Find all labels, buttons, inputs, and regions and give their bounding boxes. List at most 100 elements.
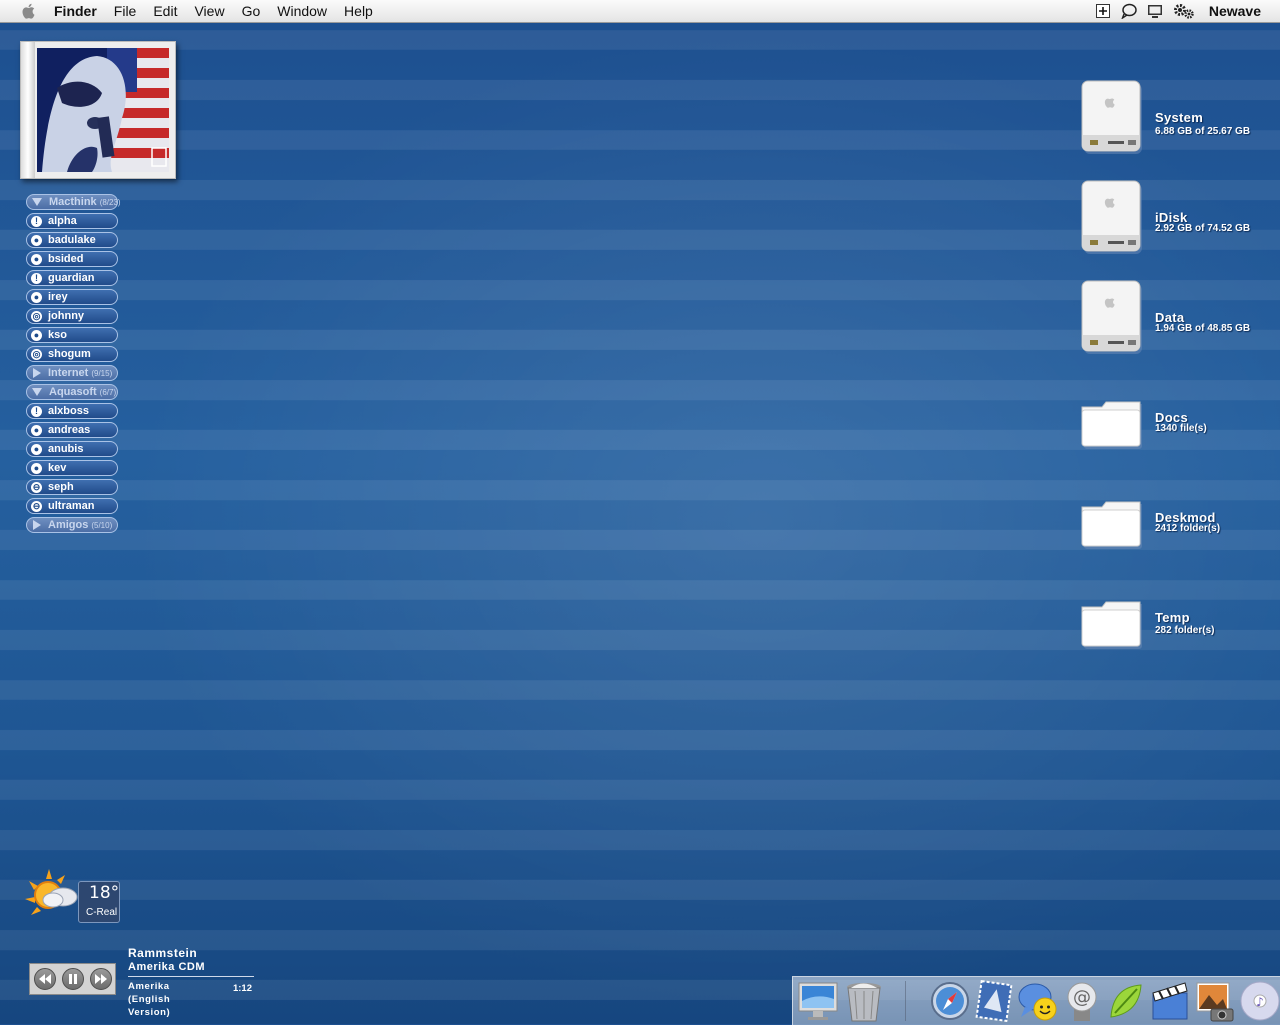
- add-icon[interactable]: [1095, 3, 1111, 19]
- buddy-item[interactable]: ◎ shogum: [26, 346, 118, 362]
- svg-text:♪: ♪: [1256, 995, 1264, 1009]
- desktop-drive-data[interactable]: Data 1.94 GB of 48.85 GB: [1080, 280, 1270, 360]
- buddy-item[interactable]: ● kev: [26, 460, 118, 476]
- desktop-folder-temp[interactable]: Temp 282 folder(s): [1080, 595, 1270, 675]
- imovie-icon[interactable]: [1149, 979, 1191, 1023]
- mail-stamp-icon[interactable]: [973, 979, 1015, 1023]
- folder-name: Temp: [1155, 610, 1190, 625]
- menu-edit[interactable]: Edit: [153, 3, 177, 19]
- msn-status-icon: ⊖: [31, 500, 42, 512]
- buddy-item[interactable]: ● andreas: [26, 422, 118, 438]
- folder-icon[interactable]: [1080, 495, 1150, 571]
- desktop-drive-system[interactable]: System 6.88 GB of 25.67 GB: [1080, 80, 1270, 160]
- buddy-item[interactable]: ! guardian: [26, 270, 118, 286]
- group-header-aquasoft[interactable]: Aquasoft (6/7): [26, 384, 118, 400]
- desktop-folder-deskmod[interactable]: Deskmod 2412 folder(s): [1080, 495, 1270, 575]
- user-name[interactable]: Newave: [1209, 3, 1261, 19]
- menu-file[interactable]: File: [114, 3, 137, 19]
- folder-icon[interactable]: [1080, 395, 1150, 471]
- svg-text:@: @: [1073, 987, 1091, 1008]
- album-cover-image: [37, 48, 169, 172]
- mail-at-icon[interactable]: @: [1061, 979, 1103, 1023]
- safari-icon[interactable]: [929, 979, 971, 1023]
- buddy-item[interactable]: ! alpha: [26, 213, 118, 229]
- player-controls: [29, 963, 116, 995]
- disclosure-collapsed-icon[interactable]: [33, 368, 41, 378]
- track-elapsed-time: 1:12: [232, 983, 252, 994]
- buddy-item[interactable]: ● badulake: [26, 232, 118, 248]
- desktop-drive-idisk[interactable]: iDisk 2.92 GB of 74.52 GB: [1080, 180, 1270, 260]
- buddy-name: shogum: [48, 348, 91, 360]
- available-status-icon: ●: [31, 291, 42, 303]
- buddy-name: johnny: [48, 310, 85, 322]
- fast-forward-icon: [94, 974, 107, 984]
- menu-window[interactable]: Window: [277, 3, 327, 19]
- buddy-name: ultraman: [48, 500, 95, 512]
- pause-icon: [68, 974, 77, 984]
- now-playing-info: Rammstein Amerika CDM Amerika (English V…: [128, 946, 254, 1019]
- desktop-folder-docs[interactable]: Docs 1340 file(s): [1080, 395, 1270, 475]
- buddy-name: alxboss: [48, 405, 89, 417]
- buddy-name: alpha: [48, 215, 77, 227]
- group-header-amigos[interactable]: Amigos (5/10): [26, 517, 118, 533]
- folder-icon[interactable]: [1080, 595, 1150, 671]
- iphoto-icon[interactable]: [1193, 979, 1235, 1023]
- hard-drive-icon[interactable]: [1080, 280, 1150, 356]
- trash-icon[interactable]: [843, 979, 885, 1023]
- disclosure-collapsed-icon[interactable]: [33, 520, 41, 530]
- group-header-internet[interactable]: Internet (9/15): [26, 365, 118, 381]
- menu-help[interactable]: Help: [344, 3, 373, 19]
- buddy-item[interactable]: ● irey: [26, 289, 118, 305]
- music-app-icon[interactable]: [1105, 979, 1147, 1023]
- chat-bubble-icon[interactable]: [1121, 3, 1137, 19]
- menu-view[interactable]: View: [194, 3, 224, 19]
- available-status-icon: ●: [31, 329, 42, 341]
- buddy-name: anubis: [48, 443, 84, 455]
- next-track-button[interactable]: [89, 968, 112, 990]
- group-count: (5/10): [91, 520, 113, 530]
- icq-status-icon: ◎: [31, 310, 42, 322]
- track-title: Amerika (English Version): [128, 981, 171, 1018]
- hard-drive-icon[interactable]: [1080, 80, 1150, 156]
- display-icon[interactable]: [1147, 3, 1163, 19]
- album-artwork: [20, 41, 176, 179]
- available-status-icon: ●: [31, 424, 42, 436]
- cd-case-spine: [21, 42, 35, 178]
- buddy-item[interactable]: ● anubis: [26, 441, 118, 457]
- track-divider: [128, 976, 254, 977]
- previous-track-button[interactable]: [33, 968, 56, 990]
- buddy-item[interactable]: ! alxboss: [26, 403, 118, 419]
- finder-icon[interactable]: [797, 979, 839, 1023]
- track-album: Amerika CDM: [128, 961, 206, 973]
- sun-cloud-icon: [25, 869, 78, 915]
- drive-usage: 1.94 GB of 48.85 GB: [1155, 323, 1251, 334]
- menu-go[interactable]: Go: [242, 3, 261, 19]
- buddy-item[interactable]: ⊖ seph: [26, 479, 118, 495]
- buddy-name: guardian: [48, 272, 95, 284]
- hard-drive-icon[interactable]: [1080, 180, 1150, 256]
- buddy-item[interactable]: ⊖ ultraman: [26, 498, 118, 514]
- idle-status-icon: !: [31, 272, 42, 284]
- gears-icon[interactable]: [1173, 3, 1195, 19]
- ichat-icon[interactable]: [1017, 979, 1059, 1023]
- group-header-macthink[interactable]: Macthink (8/23): [26, 194, 121, 210]
- buddy-item[interactable]: ● kso: [26, 327, 118, 343]
- pause-button[interactable]: [61, 968, 84, 990]
- weather-city: C-Real: [86, 907, 118, 918]
- buddy-item[interactable]: ◎ johnny: [26, 308, 118, 324]
- group-name: Macthink: [49, 196, 97, 208]
- group-name: Amigos: [48, 519, 89, 531]
- apple-menu-icon[interactable]: [20, 3, 38, 19]
- disclosure-expanded-icon[interactable]: [32, 198, 42, 206]
- buddy-list: Macthink (8/23) ! alpha ● badulake ● bsided…: [26, 194, 121, 536]
- buddy-item[interactable]: ● bsided: [26, 251, 118, 267]
- track-artist: Rammstein: [128, 946, 198, 960]
- dock-separator: [905, 981, 906, 1021]
- menu-finder[interactable]: Finder: [54, 3, 97, 19]
- buddy-name: seph: [48, 481, 74, 493]
- buddy-name: andreas: [48, 424, 91, 436]
- folder-count: 1340 file(s): [1155, 423, 1207, 434]
- weather-widget: 18° C-Real: [23, 867, 120, 923]
- itunes-cd-icon[interactable]: ♪: [1239, 979, 1280, 1023]
- disclosure-expanded-icon[interactable]: [32, 388, 42, 396]
